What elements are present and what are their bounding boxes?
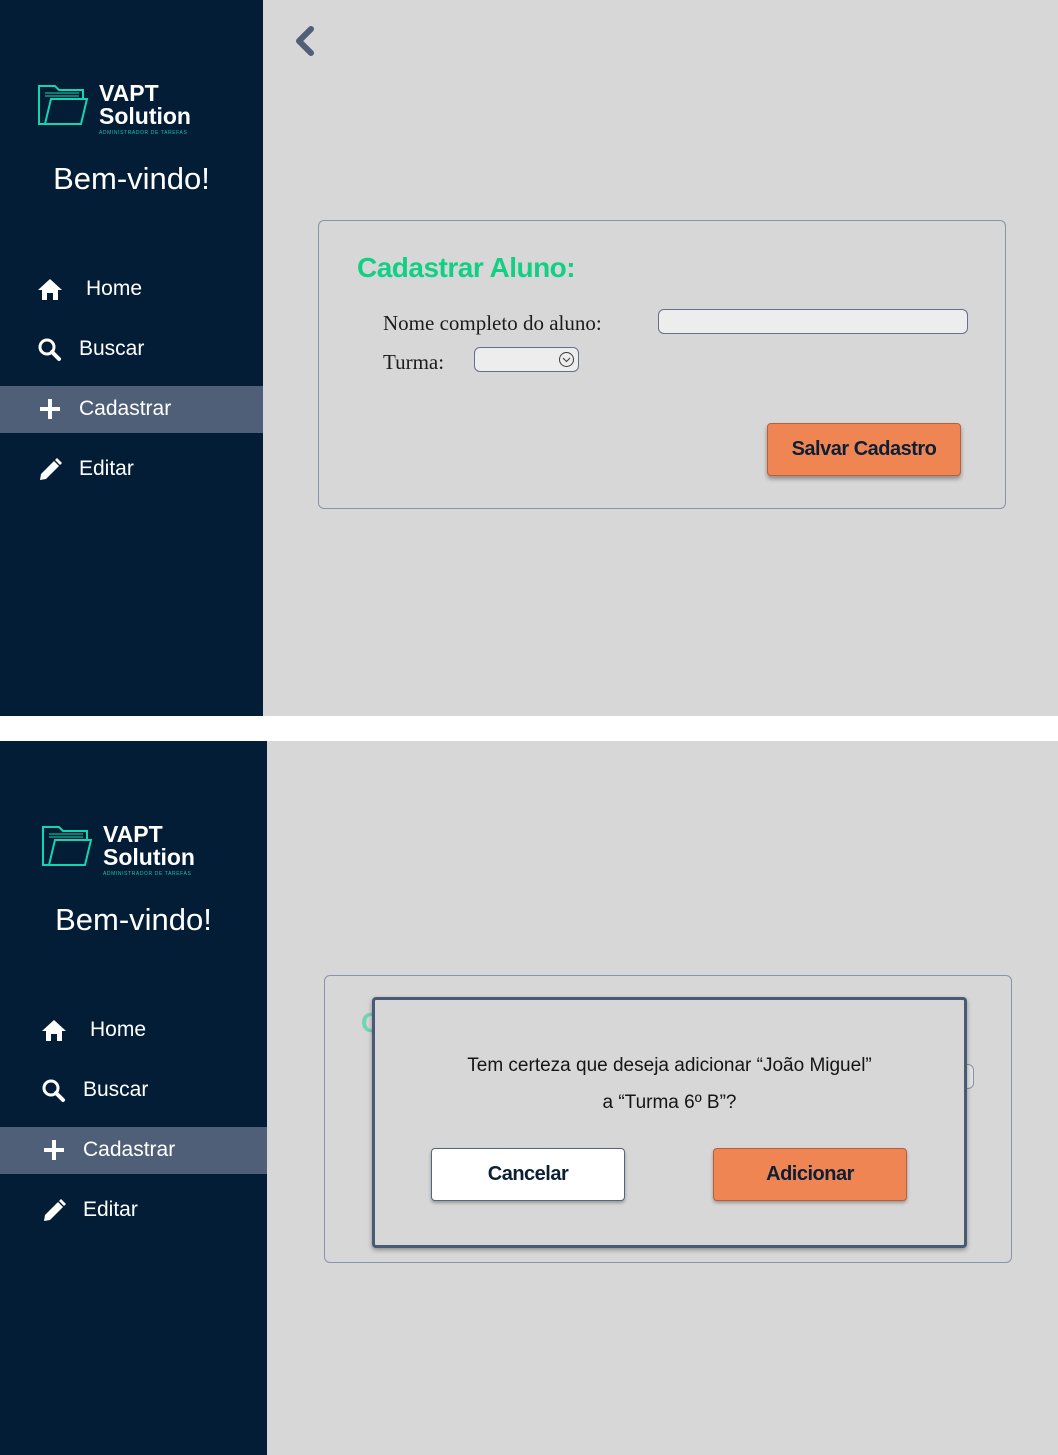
sidebar-item-editar[interactable]: Editar: [0, 1187, 267, 1234]
plus-icon: [40, 399, 60, 419]
brand-name-line2: Solution: [99, 103, 191, 129]
class-label: Turma:: [383, 350, 445, 374]
sidebar: VAPT Solution ADMINISTRADOR DE TAREFAS B…: [0, 741, 267, 1455]
home-icon: [38, 279, 62, 300]
sidebar: VAPT Solution ADMINISTRADOR DE TAREFAS B…: [0, 0, 263, 716]
plus-icon: [44, 1140, 64, 1160]
sidebar-item-cadastrar[interactable]: Cadastrar: [0, 1127, 267, 1174]
student-name-label: Nome completo do aluno:: [383, 311, 602, 335]
home-icon: [42, 1020, 66, 1041]
confirm-message-line1: Tem certeza que deseja adicionar “João M…: [467, 1055, 872, 1076]
sidebar-item-label: Cadastrar: [83, 1138, 176, 1161]
sidebar-item-label: Cadastrar: [79, 397, 172, 420]
brand-name-line1: VAPT: [103, 821, 163, 847]
sidebar-item-label: Buscar: [79, 337, 145, 360]
back-chevron-icon[interactable]: [291, 25, 319, 57]
confirm-screen: VAPT Solution ADMINISTRADOR DE TAREFAS B…: [0, 741, 1058, 1455]
pencil-icon: [40, 458, 62, 480]
brand-tagline: ADMINISTRADOR DE TAREFAS: [103, 871, 192, 877]
sidebar-item-home[interactable]: Home: [0, 1007, 267, 1054]
confirm-message: Tem certeza que deseja adicionar “João M…: [375, 1047, 964, 1121]
folder-icon: [38, 85, 89, 125]
save-register-button[interactable]: Salvar Cadastro: [767, 423, 961, 476]
brand-tagline: ADMINISTRADOR DE TAREFAS: [99, 130, 188, 136]
search-icon: [38, 338, 61, 361]
sidebar-item-label: Home: [86, 277, 143, 300]
brand-logo: VAPT Solution ADMINISTRADOR DE TAREFAS: [37, 80, 237, 140]
register-student-card: Cadastrar Aluno: Nome completo do aluno:…: [318, 220, 1006, 509]
class-select[interactable]: [474, 347, 579, 372]
sidebar-item-cadastrar[interactable]: Cadastrar: [0, 386, 263, 433]
sidebar-item-buscar[interactable]: Buscar: [0, 326, 263, 373]
folder-icon: [42, 826, 93, 866]
form-title: Cadastrar Aluno:: [357, 252, 576, 283]
student-name-input[interactable]: [658, 309, 968, 334]
welcome-heading: Bem-vindo!: [55, 902, 212, 937]
search-icon: [42, 1079, 65, 1102]
sidebar-item-label: Buscar: [83, 1078, 149, 1101]
confirm-dialog: Tem certeza que deseja adicionar “João M…: [372, 997, 967, 1248]
sidebar-item-editar[interactable]: Editar: [0, 446, 263, 493]
cancel-button[interactable]: Cancelar: [431, 1148, 625, 1201]
sidebar-item-buscar[interactable]: Buscar: [0, 1067, 267, 1114]
brand-name-line2: Solution: [103, 844, 195, 870]
sidebar-item-home[interactable]: Home: [0, 266, 263, 313]
sidebar-item-label: Editar: [79, 457, 134, 480]
welcome-heading: Bem-vindo!: [53, 161, 210, 196]
confirm-message-line2: a “Turma 6º B”?: [602, 1092, 737, 1113]
add-button[interactable]: Adicionar: [713, 1148, 907, 1201]
sidebar-item-label: Home: [90, 1018, 147, 1041]
sidebar-nav: Home Buscar Cadastrar Editar: [0, 1007, 267, 1247]
sidebar-item-label: Editar: [83, 1198, 138, 1221]
pencil-icon: [44, 1199, 66, 1221]
brand-name-line1: VAPT: [99, 80, 159, 106]
brand-logo: VAPT Solution ADMINISTRADOR DE TAREFAS: [41, 821, 241, 881]
chevron-down-icon: [559, 352, 574, 367]
sidebar-nav: Home Buscar Cadastrar Editar: [0, 266, 263, 506]
register-screen: VAPT Solution ADMINISTRADOR DE TAREFAS B…: [0, 0, 1058, 716]
